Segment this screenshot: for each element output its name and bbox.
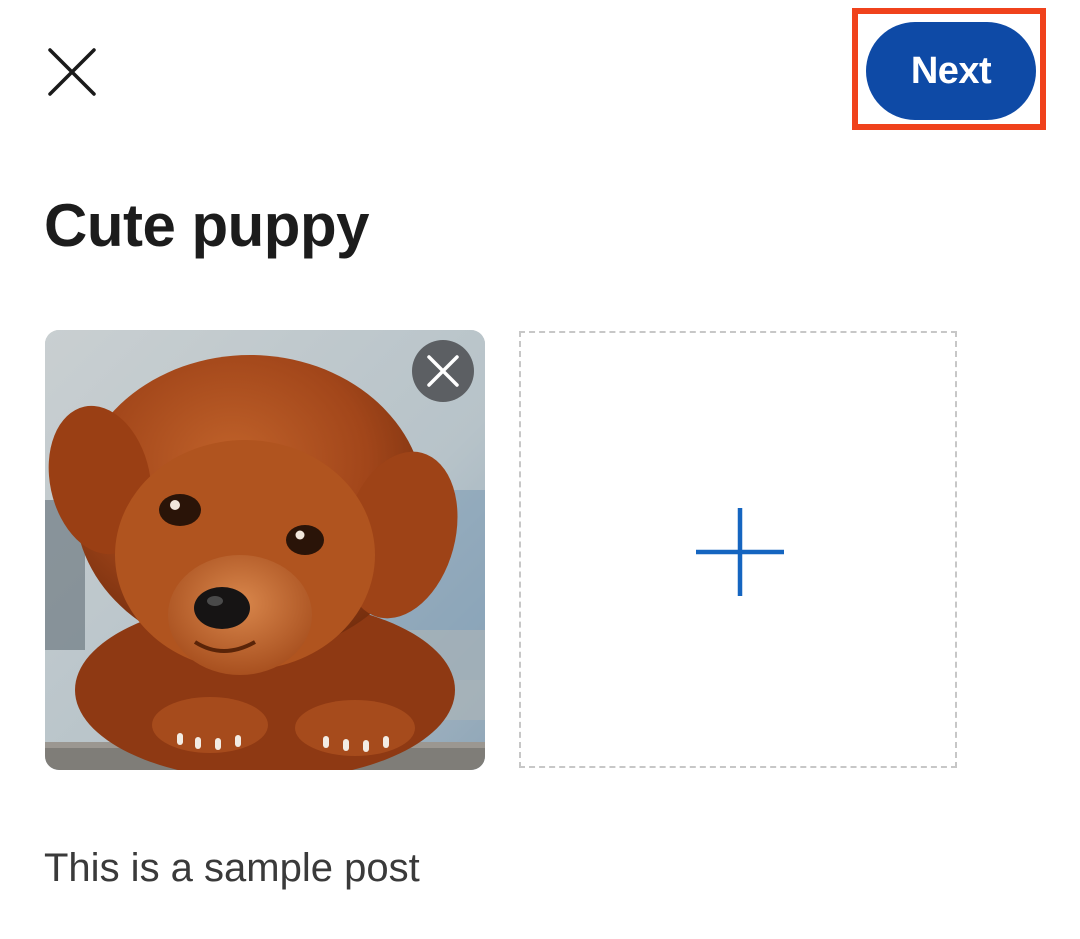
plus-icon	[696, 508, 784, 596]
post-body-text: This is a sample post	[44, 846, 420, 890]
photo-thumbnail[interactable]	[45, 330, 485, 770]
add-media-tile[interactable]	[519, 331, 957, 768]
remove-icon	[427, 355, 459, 387]
remove-photo-button[interactable]	[412, 340, 474, 402]
post-title: Cute puppy	[44, 192, 369, 259]
close-icon	[48, 48, 96, 96]
close-button[interactable]	[44, 44, 100, 100]
next-button[interactable]: Next	[866, 22, 1036, 120]
create-post-screen: Next Cute puppy This is a sample post	[0, 0, 1080, 939]
puppy-photo	[45, 330, 485, 770]
